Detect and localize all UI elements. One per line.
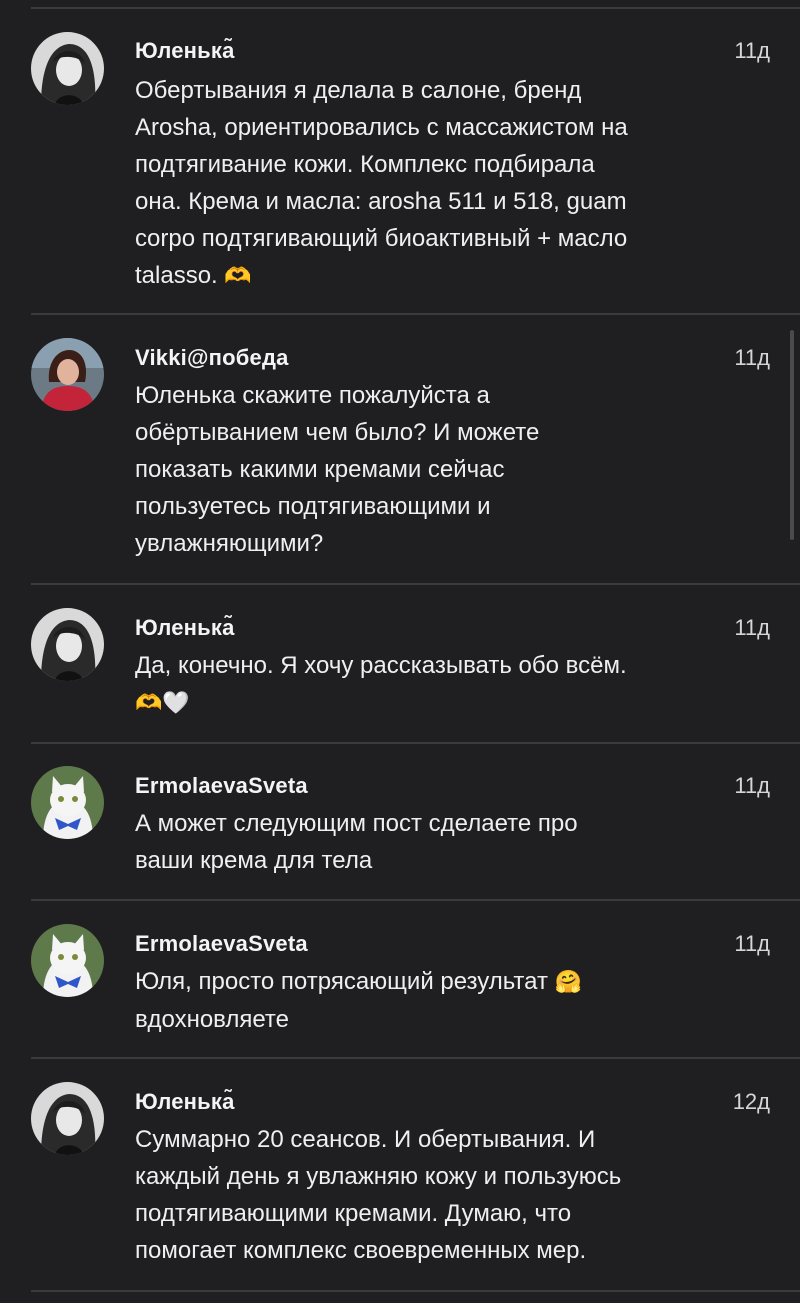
divider	[31, 313, 800, 315]
divider	[31, 742, 800, 744]
comment-line: подтягивание кожи. Комплекс подбирала	[135, 151, 595, 178]
comment-time: 11д	[734, 345, 770, 370]
divider	[31, 7, 800, 9]
avatar-woman-bw-icon[interactable]	[31, 32, 104, 105]
comment-text: Юля, просто потрясающий результат 🤗 вдох…	[135, 963, 735, 1038]
scrollbar[interactable]	[790, 330, 794, 540]
avatar-woman-bw-icon[interactable]	[31, 608, 104, 681]
comment-line: А может следующим пост сделаете про	[135, 810, 578, 837]
avatar-white-cat-icon[interactable]	[31, 766, 104, 839]
comment-text: Да, конечно. Я хочу рассказывать обо всё…	[135, 647, 735, 722]
comments-feed: Юленька̃ 11д Обертывания я делала в сало…	[0, 0, 800, 1303]
comment-line: пользуетесь подтягивающими и	[135, 493, 491, 520]
comment-line: вдохновляете	[135, 1006, 289, 1033]
comment-author[interactable]: ErmolaevaSveta	[135, 931, 308, 957]
comment-line: Юленька скажите пожалуйста а	[135, 382, 490, 409]
comment-line: Юля, просто потрясающий результат	[135, 968, 548, 995]
comment-line: подтягивающими кремами. Думаю, что	[135, 1200, 572, 1227]
hugging-face-emoji-icon: 🤗	[554, 970, 583, 995]
comment-text: Суммарно 20 сеансов. И обертывания. И ка…	[135, 1121, 735, 1269]
comment-line: ваши крема для тела	[135, 847, 373, 874]
comment-line: помогает комплекс своевременных мер.	[135, 1237, 587, 1264]
avatar-woman-red-icon[interactable]	[31, 338, 104, 411]
comment-time: 11д	[734, 615, 770, 640]
comment-text: А может следующим пост сделаете про ваши…	[135, 805, 735, 879]
comment-line: Arosha, ориентировались с массажистом на	[135, 114, 628, 141]
comment-line: увлажняющими?	[135, 530, 324, 557]
comment-line: corpo подтягивающий биоактивный + масло	[135, 225, 628, 252]
divider	[31, 1057, 800, 1059]
divider	[31, 1290, 800, 1292]
comment-author[interactable]: Юленька̃	[135, 615, 235, 641]
avatar-white-cat-icon[interactable]	[31, 924, 104, 997]
comment-author[interactable]: Юленька̃	[135, 1089, 235, 1115]
comment-line: Да, конечно. Я хочу рассказывать обо всё…	[135, 652, 627, 679]
comment-line: Обертывания я делала в салоне, бренд	[135, 77, 582, 104]
comment-line: показать какими кремами сейчас	[135, 456, 505, 483]
comment-author[interactable]: ErmolaevaSveta	[135, 773, 308, 799]
comment-line: обёртыванием чем было? И можете	[135, 419, 540, 446]
comment-time: 11д	[734, 38, 770, 63]
comment-time: 11д	[734, 773, 770, 798]
comment-line: каждый день я увлажняю кожу и пользуюсь	[135, 1163, 622, 1190]
comment-text: Юленька скажите пожалуйста а обёртывание…	[135, 377, 735, 562]
heart-hands-white-heart-emoji-icon: 🫶🤍	[135, 691, 190, 716]
comment-time: 11д	[734, 931, 770, 956]
heart-hands-emoji-icon: 🫶	[224, 264, 252, 289]
comment-author[interactable]: Vikki@победа	[135, 345, 289, 371]
comment-author[interactable]: Юленька̃	[135, 38, 235, 64]
comment-time: 12д	[732, 1089, 770, 1114]
comment-line: talasso.	[135, 262, 218, 289]
comment-line: она. Крема и масла: arosha 511 и 518, gu…	[135, 188, 627, 215]
comment-line: Суммарно 20 сеансов. И обертывания. И	[135, 1126, 596, 1153]
divider	[31, 899, 800, 901]
divider	[31, 583, 800, 585]
avatar-woman-bw-icon[interactable]	[31, 1082, 104, 1155]
comment-text: Обертывания я делала в салоне, бренд Aro…	[135, 72, 735, 295]
